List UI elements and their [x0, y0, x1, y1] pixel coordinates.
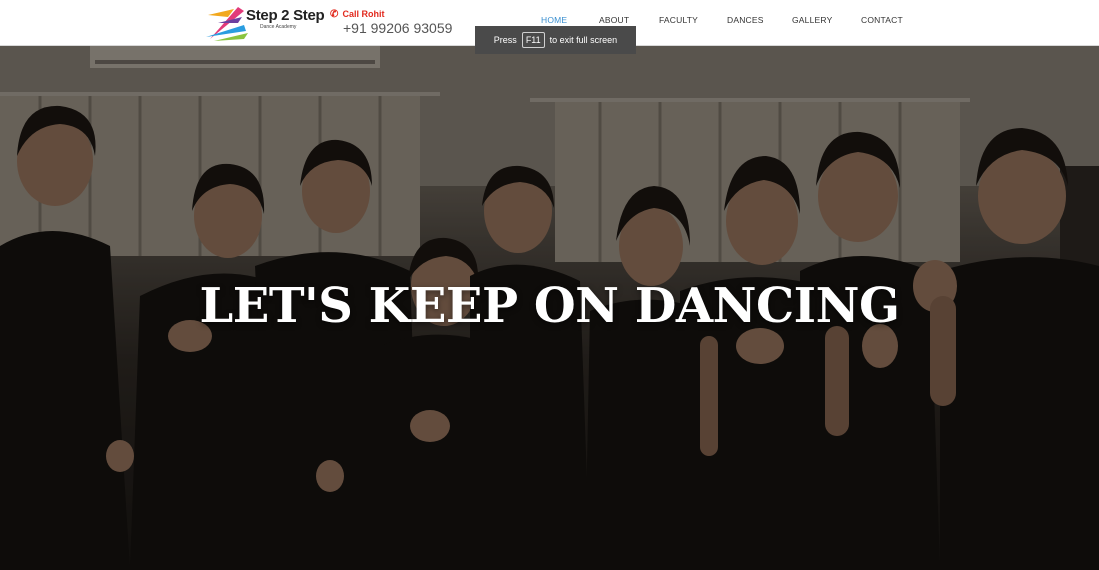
toast-prefix: Press	[493, 35, 517, 45]
call-label-text: Call Rohit	[342, 9, 385, 19]
hero-headline: LET'S KEEP ON DANCING	[199, 278, 900, 334]
brand-name: Step 2 Step	[246, 7, 325, 24]
hero-banner: LET'S KEEP ON DANCING	[0, 46, 1099, 570]
phone-number[interactable]: +91 99206 93059	[343, 20, 452, 36]
toast-suffix: to exit full screen	[549, 35, 618, 45]
nav-contact[interactable]: CONTACT	[861, 15, 903, 25]
brand-tagline: Dance Academy	[260, 24, 297, 30]
brand-logo[interactable]: Step 2 Step Dance Academy	[204, 3, 325, 43]
nav-dances[interactable]: DANCES	[727, 15, 764, 25]
nav-faculty[interactable]: FACULTY	[659, 15, 698, 25]
toast-key: F11	[521, 32, 545, 48]
nav-about[interactable]: ABOUT	[599, 15, 629, 25]
fullscreen-toast: Press F11 to exit full screen	[475, 26, 636, 54]
nav-home[interactable]: HOME	[541, 15, 567, 25]
logo-mark-icon	[206, 7, 248, 41]
call-label: ✆ Call Rohit	[330, 9, 385, 20]
nav-gallery[interactable]: GALLERY	[792, 15, 832, 25]
phone-icon: ✆	[330, 9, 339, 20]
